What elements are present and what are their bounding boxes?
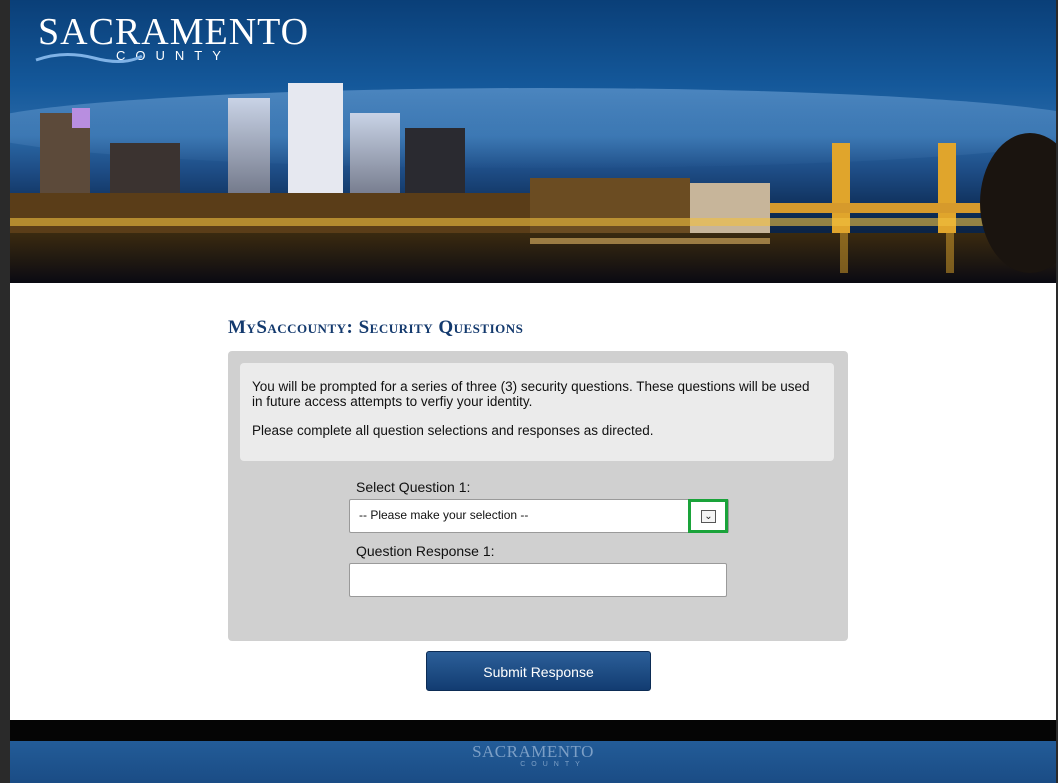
submit-response-button[interactable]: Submit Response [426,651,651,691]
main-content: MySaccounty: Security Questions You will… [10,283,1056,720]
header-banner: SACRAMENTO COUNTY [10,0,1056,283]
page-title: MySaccounty: Security Questions [228,317,524,338]
footer: SACRAMENTO COUNTY [10,741,1056,783]
logo-swoosh-icon [35,53,143,63]
chevron-down-icon: ⌄ [701,510,716,523]
city-skyline-image [10,83,1056,283]
footer-logo-sub: COUNTY [520,761,586,768]
footer-logo[interactable]: SACRAMENTO COUNTY [472,742,594,769]
security-questions-panel: You will be prompted for a series of thr… [228,351,848,641]
select-value: -- Please make your selection -- [359,508,529,522]
footer-divider [10,720,1056,741]
question-1-select[interactable]: -- Please make your selection -- [349,499,729,533]
instructions-text-2: Please complete all question selections … [252,423,654,438]
instructions-text: You will be prompted for a series of thr… [252,379,810,409]
select-question-label: Select Question 1: [356,479,471,495]
question-response-1-input[interactable] [349,563,727,597]
logo-main-text: SACRAMENTO [38,11,310,53]
instructions-box: You will be prompted for a series of thr… [240,363,834,461]
dropdown-button[interactable]: ⌄ [688,499,728,533]
question-response-label: Question Response 1: [356,543,495,559]
sacramento-county-logo[interactable]: SACRAMENTO COUNTY [35,11,310,64]
browser-frame: SACRAMENTO COUNTY MySaccounty: Security … [0,0,1058,783]
footer-logo-main: SACRAMENTO [472,742,594,761]
